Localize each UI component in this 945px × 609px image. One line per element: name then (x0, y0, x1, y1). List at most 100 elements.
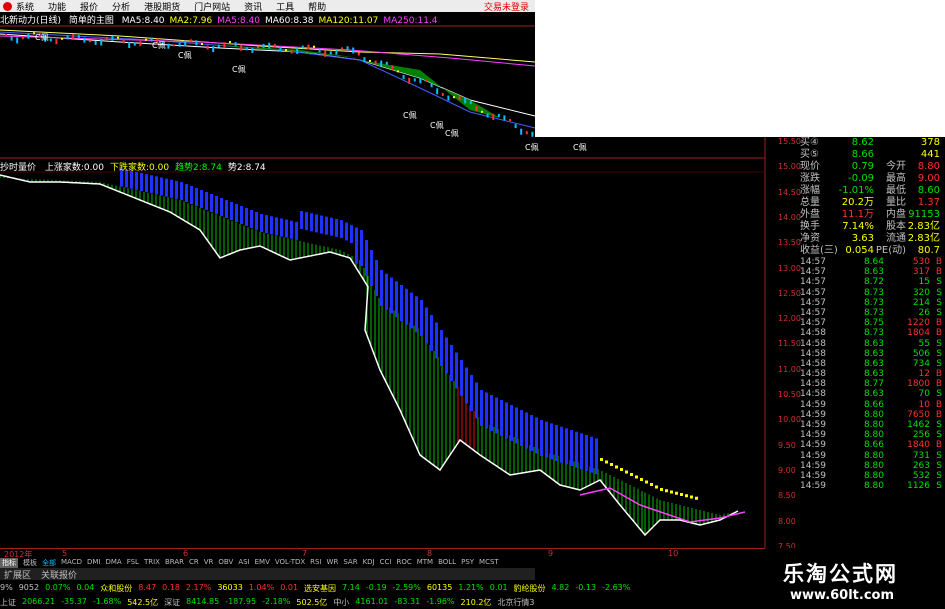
tick-row[interactable]: 14:58 8.63 70 S (800, 389, 945, 399)
tab-related-quote[interactable]: 关联报价 (41, 568, 77, 581)
sub-indicator-name[interactable]: 抄时量价 (0, 163, 36, 173)
blue-band-bar (280, 218, 283, 237)
candle (458, 96, 461, 101)
tab-trix[interactable]: TRIX (144, 558, 160, 568)
blue-band-bar (200, 190, 203, 208)
date-tick: 7 (302, 549, 308, 558)
tab-dma[interactable]: DMA (105, 558, 121, 568)
tab-sar[interactable]: SAR (343, 558, 357, 568)
tick-row[interactable]: 14:58 8.77 1800 B (800, 379, 945, 389)
tab-cr[interactable]: CR (189, 558, 199, 568)
candle (397, 70, 399, 73)
candle (481, 110, 483, 113)
quote-value: 20.2万 (841, 197, 874, 208)
tab-emv[interactable]: EMV (255, 558, 270, 568)
tick-row[interactable]: 14:59 8.80 256 S (800, 430, 945, 440)
tick-row[interactable]: 14:57 8.73 320 S (800, 288, 945, 298)
tick-row[interactable]: 14:59 8.80 1462 S (800, 420, 945, 430)
quote-row: 涨幅 -1.01% 最低 8.60 (800, 185, 945, 197)
tab-指标[interactable]: 指标 (0, 558, 18, 568)
tab-obv[interactable]: OBV (218, 558, 233, 568)
tick-row[interactable]: 14:59 8.66 10 B (800, 400, 945, 410)
tab-mtm[interactable]: MTM (417, 558, 433, 568)
tab-vr[interactable]: VR (204, 558, 214, 568)
tab-asi[interactable]: ASI (238, 558, 249, 568)
tick-row[interactable]: 14:58 8.63 734 S (800, 359, 945, 369)
tab-vol-tdx[interactable]: VOL-TDX (275, 558, 305, 568)
tick-row[interactable]: 14:59 8.80 731 S (800, 451, 945, 461)
main-indicator-name[interactable]: 简单的主图 (69, 16, 114, 26)
tick-row[interactable]: 14:57 8.73 26 S (800, 308, 945, 318)
yellow-band-mark (610, 463, 613, 466)
price-tick: 8.00 (778, 516, 796, 526)
tick-direction: S (936, 389, 942, 400)
candle (341, 47, 343, 50)
blue-band-bar (490, 395, 493, 431)
candle (357, 52, 360, 56)
tab-psy[interactable]: PSY (461, 558, 474, 568)
tab-mcst[interactable]: MCST (479, 558, 499, 568)
tick-row[interactable]: 14:59 8.80 263 S (800, 461, 945, 471)
yellow-band-mark (630, 473, 633, 476)
tick-row[interactable]: 14:58 8.63 506 S (800, 349, 945, 359)
candle (133, 42, 136, 46)
tick-price: 8.80 (863, 430, 884, 441)
blue-band-bar (480, 390, 483, 426)
blue-band-bar (540, 420, 543, 456)
quote-value: 7.14% (842, 221, 874, 232)
tick-direction: B (935, 440, 942, 451)
tab-cci[interactable]: CCI (380, 558, 392, 568)
tab-wr[interactable]: WR (327, 558, 339, 568)
tick-row[interactable]: 14:59 8.80 532 S (800, 471, 945, 481)
blue-band-bar (150, 175, 153, 194)
quote-label: 涨幅 (800, 185, 820, 196)
status-item: -187.95 (225, 597, 257, 606)
candle (240, 44, 243, 51)
blue-band-bar (360, 230, 363, 266)
quote-row: 净资 3.63 流通 2.83亿 (800, 233, 945, 245)
tick-row[interactable]: 14:58 8.73 1804 B (800, 328, 945, 338)
quote-value: -0.09 (848, 173, 874, 184)
candle (447, 95, 450, 101)
tick-row[interactable]: 14:59 8.80 1126 S (800, 481, 945, 491)
tick-row[interactable]: 14:58 8.63 55 S (800, 339, 945, 349)
tick-row[interactable]: 14:59 8.66 1840 B (800, 440, 945, 450)
yellow-band-mark (640, 478, 643, 481)
tab-fsl[interactable]: FSL (127, 558, 139, 568)
tick-row[interactable]: 14:58 8.63 12 B (800, 369, 945, 379)
blue-band-bar (130, 170, 133, 189)
tick-row[interactable]: 14:57 8.64 530 B (800, 257, 945, 267)
tab-全部[interactable]: 全部 (42, 558, 56, 568)
tab-dmi[interactable]: DMI (87, 558, 101, 568)
status-item: 502.5亿 (296, 598, 328, 607)
tab-rsi[interactable]: RSI (310, 558, 321, 568)
tab-brar[interactable]: BRAR (165, 558, 184, 568)
price-tick: 10.00 (778, 415, 801, 425)
tab-kdj[interactable]: KDJ (363, 558, 375, 568)
blue-band-bar (510, 405, 513, 441)
tab-extension[interactable]: 扩展区 (4, 568, 31, 581)
tab-模板[interactable]: 模板 (23, 558, 37, 568)
tab-macd[interactable]: MACD (61, 558, 82, 568)
tick-row[interactable]: 14:57 8.75 1220 B (800, 318, 945, 328)
tab-roc[interactable]: ROC (396, 558, 411, 568)
tab-boll[interactable]: BOLL (438, 558, 456, 568)
candle (391, 65, 394, 71)
tick-list[interactable]: 14:57 8.64 530 B 14:57 8.63 317 B 14:57 8.72 15 S 14… (800, 257, 945, 491)
status-item: -1.96% (426, 597, 455, 606)
tick-row[interactable]: 14:59 8.80 7650 B (800, 410, 945, 420)
blue-band-bar (245, 208, 248, 226)
tick-price: 8.80 (863, 420, 884, 430)
tick-row[interactable]: 14:57 8.73 214 S (800, 298, 945, 308)
pattern-label: C佩 (178, 51, 192, 60)
candle (514, 124, 517, 129)
tick-row[interactable]: 14:57 8.72 15 S (800, 277, 945, 287)
quote-label: 收益(三) (800, 245, 838, 256)
tick-row[interactable]: 14:57 8.63 317 B (800, 267, 945, 277)
ma-value-5: MA250:11.4 (383, 16, 438, 26)
candle (145, 38, 147, 41)
ticker-item: 9052 (18, 583, 40, 592)
blue-band-bar (230, 202, 233, 220)
ma-value-4: MA120:11.07 (318, 16, 379, 26)
yellow-band-mark (665, 489, 668, 493)
